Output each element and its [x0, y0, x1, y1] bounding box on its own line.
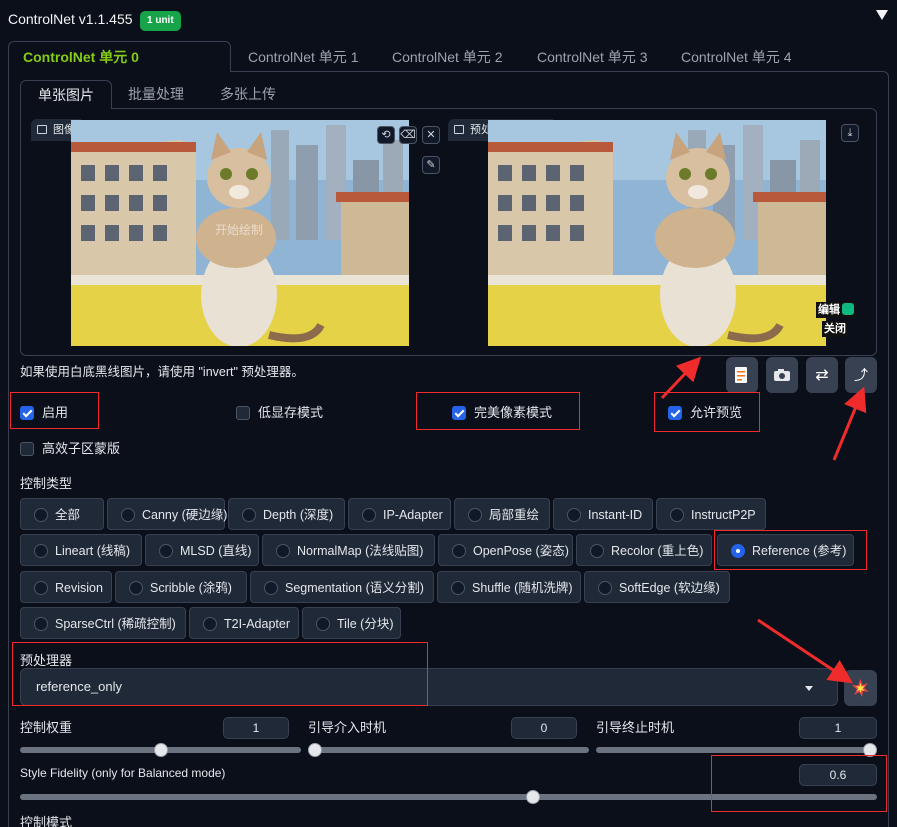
- arrow-to-send-button: [832, 386, 867, 461]
- arrow-to-run-button: [757, 618, 853, 684]
- arrow-to-swap-area: [660, 356, 702, 400]
- annotation-arrows: [660, 356, 867, 684]
